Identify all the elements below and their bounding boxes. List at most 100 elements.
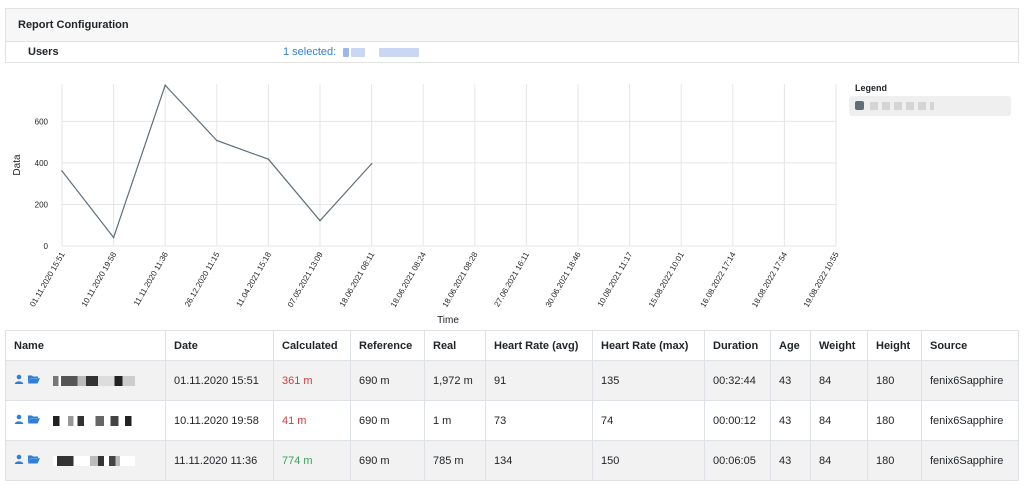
col-age[interactable]: Age (770, 330, 811, 361)
page-title: Report Configuration (18, 19, 129, 31)
table-header-row: Name Date Calculated Reference Real Hear… (5, 330, 1019, 361)
table-row[interactable]: 11.11.2020 11:36 774 m 690 m 785 m 134 1… (5, 440, 1019, 481)
folder-open-icon[interactable] (28, 414, 40, 427)
legend-title: Legend (855, 83, 888, 93)
redacted-user-name-part (379, 47, 420, 57)
results-table: Name Date Calculated Reference Real Hear… (5, 330, 1019, 481)
col-hr-avg[interactable]: Heart Rate (avg) (485, 330, 593, 361)
source-cell: fenix6Sapphire (921, 440, 1019, 481)
y-tick-label: 400 (35, 159, 49, 168)
x-tick-label: 27.06.2021 16:11 (492, 250, 531, 308)
x-tick-label: 19.08.2022 10:55 (802, 250, 841, 309)
table-row[interactable]: 10.11.2020 19:58 41 m 690 m 1 m 73 74 00… (5, 400, 1019, 441)
y-tick-label: 0 (44, 242, 49, 251)
hr-avg-cell: 73 (485, 400, 593, 441)
reference-cell: 690 m (350, 440, 425, 481)
height-cell: 180 (867, 400, 922, 441)
date-cell: 11.11.2020 11:36 (165, 440, 274, 481)
x-axis-title: Time (437, 315, 459, 326)
user-icon[interactable] (14, 414, 24, 427)
line-chart: 0 200 400 600 01.11.2020 15:51 10.11.2020 19:… (12, 84, 841, 326)
x-tick-label: 11.11.2020 11:36 (132, 250, 170, 307)
name-cell (5, 440, 166, 481)
real-cell: 785 m (424, 440, 486, 481)
x-tick-label: 30.06.2021 18:46 (544, 250, 583, 309)
x-tick-label: 15.08.2022 10:01 (647, 250, 686, 309)
x-tick-label: 10.11.2020 19:58 (80, 250, 119, 308)
data-point (61, 170, 63, 172)
col-height[interactable]: Height (867, 330, 922, 361)
users-label: Users (28, 46, 59, 58)
redacted-name (53, 415, 136, 426)
x-tick-label: 18.06.2021 08:24 (389, 250, 428, 309)
legend-swatch (855, 101, 864, 110)
y-axis-title: Data (12, 154, 23, 176)
x-tick-label: 07.05.2021 13:09 (286, 250, 325, 309)
date-cell: 10.11.2020 19:58 (165, 400, 274, 441)
col-date[interactable]: Date (165, 330, 274, 361)
data-point (267, 158, 270, 160)
date-cell: 01.11.2020 15:51 (165, 360, 274, 401)
duration-cell: 00:00:12 (704, 400, 771, 441)
x-tick-label: 26.12.2020 11:15 (183, 250, 222, 308)
real-cell: 1,972 m (424, 360, 486, 401)
col-hr-max[interactable]: Heart Rate (max) (592, 330, 705, 361)
redacted-name (53, 455, 136, 466)
folder-open-icon[interactable] (28, 454, 40, 467)
data-point (164, 84, 166, 87)
col-real[interactable]: Real (424, 330, 486, 361)
hr-max-cell: 150 (592, 440, 705, 481)
x-tick-label: 18.06.2021 08:11 (338, 250, 377, 308)
name-cell (5, 400, 166, 441)
col-source[interactable]: Source (921, 330, 1019, 361)
users-row: Users 1 selected: (5, 41, 1019, 63)
hr-max-cell: 74 (592, 400, 705, 441)
reference-cell: 690 m (350, 360, 425, 401)
col-duration[interactable]: Duration (704, 330, 771, 361)
redacted-legend-name (870, 102, 934, 110)
users-selected-link[interactable]: 1 selected: (283, 46, 420, 58)
real-cell: 1 m (424, 400, 486, 441)
age-cell: 43 (770, 360, 811, 401)
x-tick-label: 16.08.2022 17:14 (699, 250, 738, 309)
report-configuration-header: Report Configuration (5, 8, 1019, 41)
hr-avg-cell: 91 (485, 360, 593, 401)
weight-cell: 84 (810, 400, 868, 441)
user-icon[interactable] (14, 374, 24, 387)
calculated-cell: 774 m (273, 440, 351, 481)
source-cell: fenix6Sapphire (921, 360, 1019, 401)
col-weight[interactable]: Weight (810, 330, 868, 361)
data-point (319, 219, 321, 222)
table-row[interactable]: 01.11.2020 15:51 361 m 690 m 1,972 m 91 … (5, 360, 1019, 401)
age-cell: 43 (770, 400, 811, 441)
user-icon[interactable] (14, 454, 24, 467)
hr-max-cell: 135 (592, 360, 705, 401)
duration-cell: 00:32:44 (704, 360, 771, 401)
data-point (216, 139, 218, 142)
redacted-user-name-part (351, 47, 366, 57)
weight-cell: 84 (810, 440, 868, 481)
x-tick-label: 10.08.2021 11:17 (596, 250, 635, 308)
folder-open-icon[interactable] (28, 374, 40, 387)
data-point (112, 236, 115, 239)
age-cell: 43 (770, 440, 811, 481)
users-selected-text: 1 selected: (283, 46, 337, 58)
name-cell (5, 360, 166, 401)
redacted-name (53, 375, 136, 386)
col-name[interactable]: Name (5, 330, 166, 361)
x-tick-label: 11.04.2021 15:18 (234, 250, 273, 308)
reference-cell: 690 m (350, 400, 425, 441)
height-cell: 180 (867, 360, 922, 401)
weight-cell: 84 (810, 360, 868, 401)
x-tick-label: 18.08.2022 17:54 (750, 250, 789, 309)
duration-cell: 00:06:05 (704, 440, 771, 481)
legend-item[interactable] (849, 96, 1011, 116)
calculated-cell: 361 m (273, 360, 351, 401)
redacted-user-name (343, 47, 350, 57)
source-cell: fenix6Sapphire (921, 400, 1019, 441)
col-calculated[interactable]: Calculated (273, 330, 351, 361)
col-reference[interactable]: Reference (350, 330, 425, 361)
calculated-cell: 41 m (273, 400, 351, 441)
x-tick-label: 01.11.2020 15:51 (28, 250, 67, 308)
x-tick-label: 18.06.2021 08:28 (441, 250, 480, 309)
